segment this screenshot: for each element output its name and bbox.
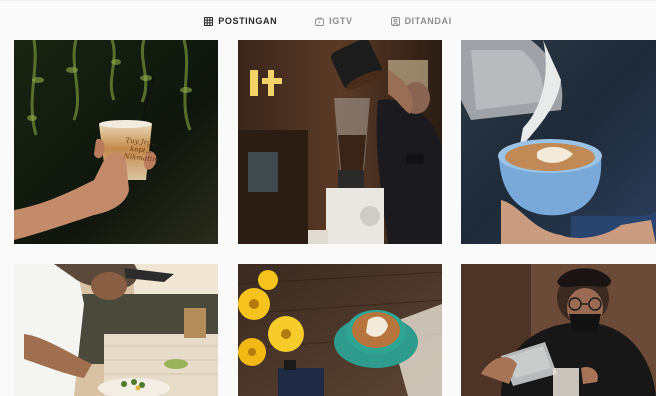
post-iced-coffee-cup[interactable]: Tuy Jrg... kopi... Nikmatin <box>14 40 218 244</box>
post-barista-pour[interactable] <box>461 264 656 396</box>
tab-igtv[interactable]: IGTV <box>315 1 352 41</box>
tab-ditandai[interactable]: DITANDAI <box>390 1 452 41</box>
tab-postingan[interactable]: POSTINGAN <box>204 1 277 41</box>
tab-igtv-label: IGTV <box>329 16 353 26</box>
post-image <box>238 264 442 396</box>
tab-ditandai-label: DITANDAI <box>404 16 452 26</box>
tab-postingan-label: POSTINGAN <box>218 16 278 26</box>
post-image <box>461 264 656 396</box>
post-image <box>238 40 442 244</box>
grid-icon <box>204 16 214 26</box>
tagged-icon <box>390 16 400 26</box>
cup-text: Tuy Jrg... kopi... Nikmatin <box>123 136 159 164</box>
profile-tabs: POSTINGAN IGTV DITANDAI <box>0 0 656 41</box>
post-latte-flowers[interactable] <box>238 264 442 396</box>
post-image <box>14 40 218 244</box>
post-image <box>461 40 656 244</box>
post-image <box>14 264 218 396</box>
post-grid: Tuy Jrg... kopi... Nikmatin <box>0 40 656 396</box>
post-coffee-grinder[interactable] <box>238 40 442 244</box>
post-chef-plating[interactable] <box>14 264 218 396</box>
post-latte-pour[interactable] <box>461 40 656 244</box>
igtv-icon <box>315 16 325 26</box>
